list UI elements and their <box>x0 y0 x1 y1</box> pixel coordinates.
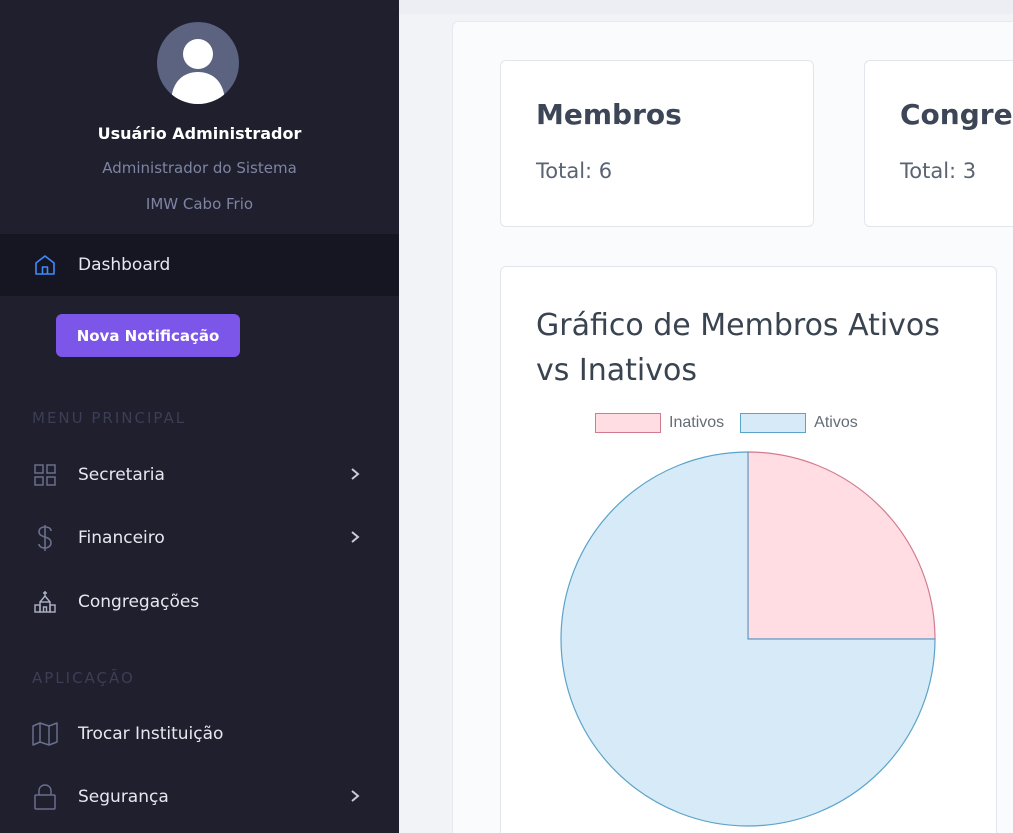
sidebar-item-congregacoes[interactable]: Congregações <box>32 587 372 617</box>
chevron-right-icon <box>348 464 362 489</box>
sidebar: Usuário Administrador Administrador do S… <box>0 0 399 833</box>
user-role: Administrador do Sistema <box>102 159 297 177</box>
card-title: Congre <box>900 98 1013 131</box>
sidebar-item-label: Trocar Instituição <box>78 724 224 744</box>
section-label-main: MENU PRINCIPAL <box>32 409 187 427</box>
pie-chart <box>560 451 936 827</box>
chart-card: Gráfico de Membros Ativos vs Inativos In… <box>500 266 997 833</box>
lock-icon <box>32 784 58 810</box>
map-icon <box>32 721 58 747</box>
topbar <box>399 0 1013 14</box>
card-total: Total: 6 <box>536 159 613 183</box>
sidebar-item-label: Segurança <box>78 787 169 807</box>
sidebar-item-seguranca[interactable]: Segurança <box>32 782 372 812</box>
user-silhouette-icon <box>171 39 225 104</box>
grid-icon <box>32 462 58 488</box>
dollar-icon <box>32 525 58 551</box>
sidebar-item-trocar-instituicao[interactable]: Trocar Instituição <box>32 719 372 749</box>
card-title: Membros <box>536 98 682 131</box>
card-congregacoes[interactable]: Congre Total: 3 <box>864 60 1013 227</box>
card-membros[interactable]: Membros Total: 6 <box>500 60 814 227</box>
avatar[interactable] <box>157 22 239 104</box>
sidebar-item-dashboard[interactable]: Dashboard <box>32 250 372 280</box>
chevron-right-icon <box>348 786 362 811</box>
church-icon <box>32 589 58 615</box>
section-label-app: APLICAÇÃO <box>32 669 135 687</box>
sidebar-item-label: Financeiro <box>78 528 165 548</box>
sidebar-item-financeiro[interactable]: Financeiro <box>32 523 372 553</box>
pie-slice-inativos[interactable] <box>747 451 936 640</box>
sidebar-item-secretaria[interactable]: Secretaria <box>32 460 372 490</box>
user-institution: IMW Cabo Frio <box>145 195 254 213</box>
sidebar-item-label: Secretaria <box>78 465 165 485</box>
user-name: Usuário Administrador <box>97 124 302 143</box>
sidebar-item-label: Congregações <box>78 592 200 612</box>
sidebar-item-label: Dashboard <box>78 255 171 275</box>
home-icon <box>32 252 58 278</box>
chevron-right-icon <box>348 527 362 552</box>
new-notification-button[interactable]: Nova Notificação <box>56 314 240 357</box>
card-total: Total: 3 <box>900 159 977 183</box>
